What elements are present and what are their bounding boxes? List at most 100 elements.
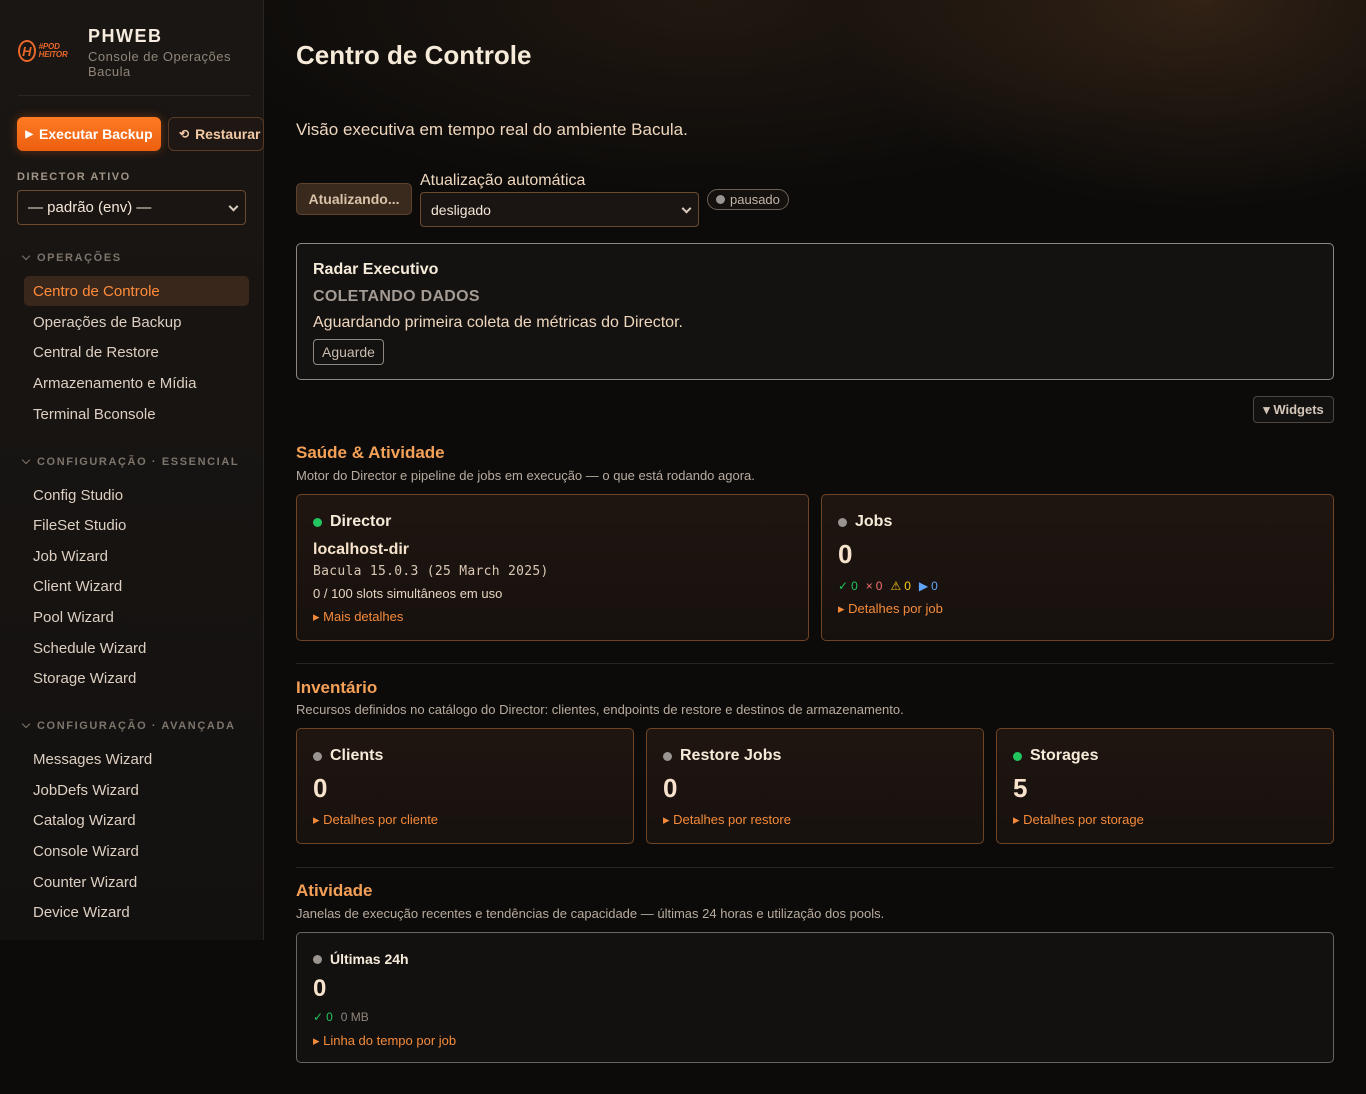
restore-icon: ⟲: [179, 127, 190, 141]
chevron-down-icon: [21, 719, 31, 729]
auto-refresh-label: Atualização automática: [420, 172, 586, 189]
run-backup-button[interactable]: ▶ Executar Backup: [17, 117, 161, 151]
auto-refresh-select[interactable]: desligado: [420, 192, 699, 227]
radar-message: Aguardando primeira coleta de métricas d…: [313, 314, 683, 331]
jobs-details-link[interactable]: ▸ Detalhes por job: [838, 601, 943, 617]
refresh-button[interactable]: Atualizando...: [296, 183, 412, 215]
director-slots: 0 / 100 slots simultâneos em uso: [313, 586, 503, 601]
sidebar-item-fileset-studio[interactable]: FileSet Studio: [24, 510, 249, 540]
status-dot-icon: [663, 751, 672, 761]
brand-logo[interactable]: H #POD HEITOR: [18, 34, 78, 68]
last-24h-stats: ✓ 0 0 MB: [313, 1010, 369, 1024]
section-desc-activity: Janelas de execução recentes e tendência…: [296, 906, 885, 921]
jobs-card: Jobs 0 ✓ 0 × 0 ⚠ 0 ▶ 0 ▸ Detalhes por job: [821, 494, 1334, 641]
section-desc-health: Motor do Director e pipeline de jobs em …: [296, 468, 755, 483]
section-desc-inventory: Recursos definidos no catálogo do Direct…: [296, 702, 904, 717]
director-card-label: Director: [330, 513, 392, 530]
sidebar-item-catalog-wizard[interactable]: Catalog Wizard: [24, 805, 249, 835]
run-backup-label: Executar Backup: [39, 126, 153, 142]
restore-label: Restaurar: [195, 126, 261, 142]
restore-jobs-card: Restore Jobs 0 ▸ Detalhes por restore: [646, 728, 984, 844]
divider: [296, 663, 1334, 664]
nav-section-config-essencial[interactable]: CONFIGURAÇÃO · ESSENCIAL: [21, 455, 239, 468]
director-card: Director localhost-dir Bacula 15.0.3 (25…: [296, 494, 809, 641]
last-24h-count: 0: [313, 975, 327, 1002]
chevron-down-icon: [681, 203, 692, 214]
sidebar-item-console-wizard[interactable]: Console Wizard: [24, 836, 249, 866]
status-dot-icon: [313, 954, 322, 964]
sidebar-item-device-wizard[interactable]: Device Wizard: [24, 897, 249, 927]
last-24h-label: Últimas 24h: [330, 951, 409, 967]
section-title-health: Saúde & Atividade: [296, 443, 445, 462]
director-host: localhost-dir: [313, 541, 410, 558]
sidebar-item-pool-wizard[interactable]: Pool Wizard: [24, 602, 249, 632]
radar-title: Radar Executivo: [313, 261, 439, 278]
sidebar-item-armazenamento-e-midia[interactable]: Armazenamento e Mídia: [24, 368, 249, 398]
clients-count: 0: [313, 773, 328, 803]
storages-details-link[interactable]: ▸ Detalhes por storage: [1013, 812, 1144, 828]
status-dot-icon: [313, 751, 322, 761]
sidebar: H #POD HEITOR PHWEB Console de Operações…: [0, 0, 264, 940]
radar-status: COLETANDO DADOS: [313, 288, 480, 305]
sidebar-item-storage-wizard[interactable]: Storage Wizard: [24, 663, 249, 693]
restore-details-link[interactable]: ▸ Detalhes por restore: [663, 812, 791, 828]
sidebar-item-central-de-restore[interactable]: Central de Restore: [24, 337, 249, 367]
restore-jobs-card-label: Restore Jobs: [680, 747, 782, 764]
x-icon: ×: [865, 579, 873, 593]
sidebar-item-schedule-wizard[interactable]: Schedule Wizard: [24, 633, 249, 663]
director-version: Bacula 15.0.3 (25 March 2025): [313, 564, 549, 579]
clients-details-link[interactable]: ▸ Detalhes por cliente: [313, 812, 438, 828]
last-24h-size: 0 MB: [340, 1010, 369, 1024]
brand: H #POD HEITOR PHWEB Console de Operações…: [18, 26, 250, 96]
restore-jobs-count: 0: [663, 773, 678, 803]
director-select[interactable]: — padrão (env) —: [17, 190, 246, 225]
logo-text: #POD HEITOR: [38, 42, 68, 59]
check-icon: ✓: [838, 579, 849, 593]
sidebar-item-config-studio[interactable]: Config Studio: [24, 480, 249, 510]
jobs-count: 0: [838, 539, 853, 569]
status-badge-label: pausado: [730, 192, 780, 207]
chevron-down-icon: [228, 201, 239, 212]
sidebar-item-client-wizard[interactable]: Client Wizard: [24, 571, 249, 601]
director-details-link[interactable]: ▸ Mais detalhes: [313, 609, 403, 625]
sidebar-item-jobdefs-wizard[interactable]: JobDefs Wizard: [24, 775, 249, 805]
logo-h-icon: H: [18, 40, 36, 62]
restore-button[interactable]: ⟲ Restaurar: [168, 117, 264, 151]
widgets-button[interactable]: ▾ Widgets: [1253, 396, 1334, 423]
status-badge: pausado: [707, 189, 789, 210]
nav-section-operacoes[interactable]: OPERAÇÕES: [21, 251, 122, 264]
status-dot-icon: [1013, 751, 1022, 761]
storages-card-label: Storages: [1030, 747, 1099, 764]
status-dot-icon: [716, 195, 725, 204]
director-label: DIRECTOR ATIVO: [17, 171, 131, 183]
jobs-stats: ✓ 0 × 0 ⚠ 0 ▶ 0: [838, 579, 938, 593]
sidebar-item-centro-de-controle[interactable]: Centro de Controle: [24, 276, 249, 306]
section-title-activity: Atividade: [296, 881, 373, 900]
page-title: Centro de Controle: [296, 40, 532, 70]
clients-card-label: Clients: [330, 747, 384, 764]
sidebar-item-operacoes-de-backup[interactable]: Operações de Backup: [24, 307, 249, 337]
director-select-value: — padrão (env) —: [28, 199, 152, 216]
timeline-link[interactable]: ▸ Linha do tempo por job: [313, 1033, 456, 1049]
jobs-card-label: Jobs: [855, 513, 893, 530]
chevron-down-icon: [21, 455, 31, 465]
storages-count: 5: [1013, 773, 1028, 803]
sidebar-item-counter-wizard[interactable]: Counter Wizard: [24, 867, 249, 897]
sidebar-item-messages-wizard[interactable]: Messages Wizard: [24, 744, 249, 774]
play-icon: ▶: [25, 128, 34, 140]
nav-section-config-avancada[interactable]: CONFIGURAÇÃO · AVANÇADA: [21, 719, 236, 732]
status-dot-icon: [313, 517, 322, 527]
last-24h-card: Últimas 24h 0 ✓ 0 0 MB ▸ Linha do tempo p…: [296, 932, 1334, 1063]
storages-card: Storages 5 ▸ Detalhes por storage: [996, 728, 1334, 844]
section-title-inventory: Inventário: [296, 678, 378, 697]
check-icon: ✓: [313, 1010, 324, 1024]
status-dot-icon: [838, 517, 847, 527]
warning-icon: ⚠: [890, 579, 902, 593]
radar-tag: Aguarde: [313, 339, 384, 365]
auto-refresh-value: desligado: [431, 201, 491, 218]
page-subtitle: Visão executiva em tempo real do ambient…: [296, 120, 688, 139]
divider: [296, 867, 1334, 868]
brand-subtitle: Console de Operações Bacula: [88, 49, 231, 79]
sidebar-item-terminal-bconsole[interactable]: Terminal Bconsole: [24, 399, 249, 429]
sidebar-item-job-wizard[interactable]: Job Wizard: [24, 541, 249, 571]
